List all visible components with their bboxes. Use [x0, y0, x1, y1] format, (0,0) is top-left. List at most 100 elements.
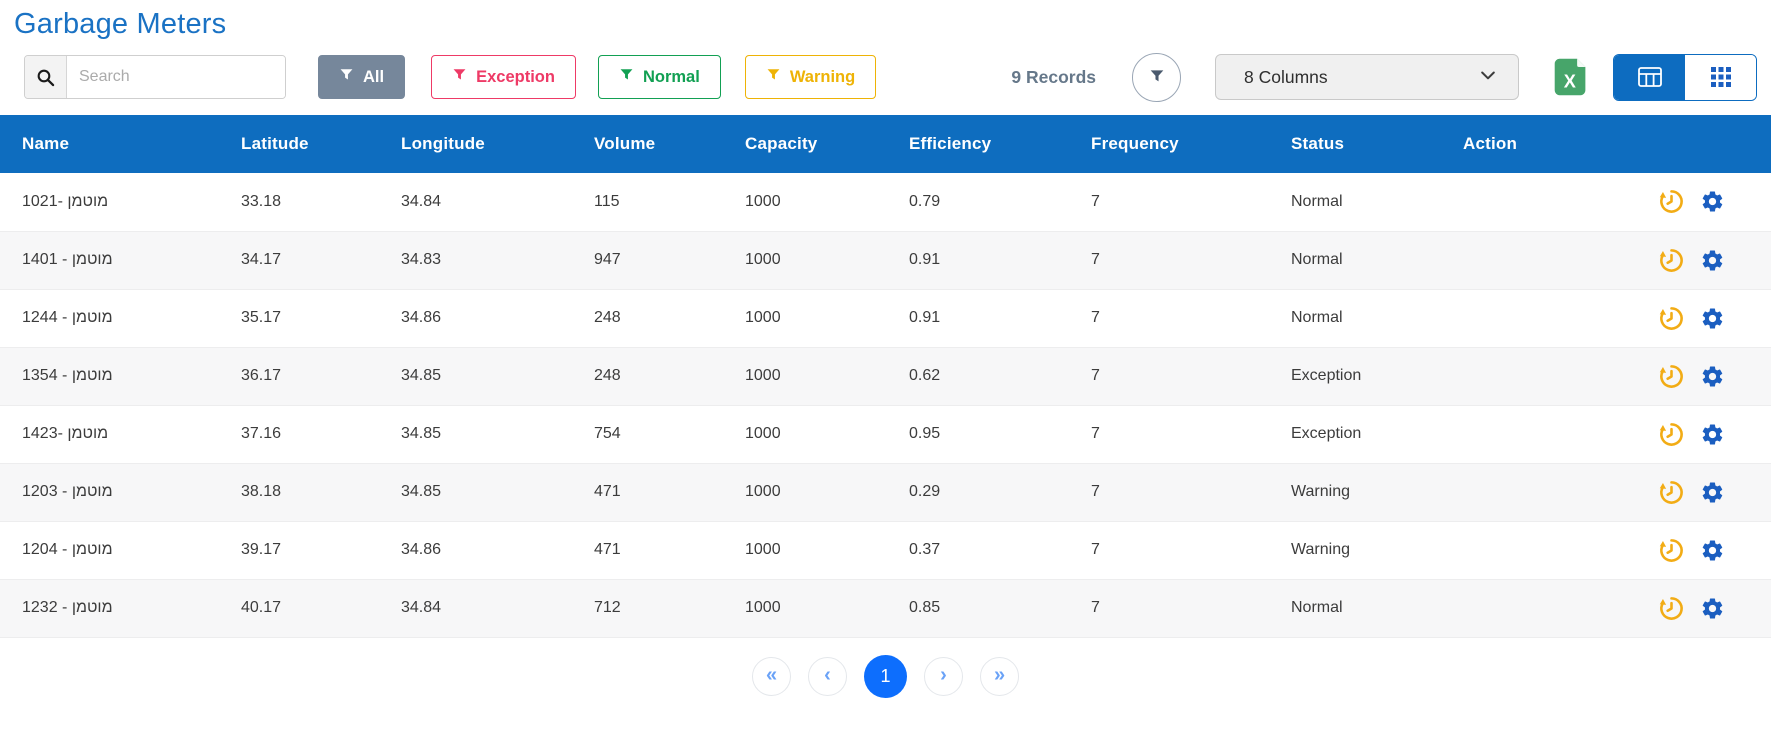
column-header-capacity: Capacity [723, 115, 887, 173]
column-header-latitude: Latitude [219, 115, 379, 173]
gear-icon[interactable] [1700, 480, 1725, 505]
table-header-row: Name Latitude Longitude Volume Capacity … [0, 115, 1771, 173]
cell-volume: 947 [572, 231, 723, 289]
column-header-action: Action [1441, 115, 1771, 173]
filter-exception-label: Exception [476, 68, 555, 87]
funnel-icon [1149, 68, 1165, 87]
cell-longitude: 34.84 [379, 579, 572, 637]
cell-efficiency: 0.85 [887, 579, 1069, 637]
cell-capacity: 1000 [723, 347, 887, 405]
cell-latitude: 35.17 [219, 289, 379, 347]
cell-frequency: 7 [1069, 463, 1269, 521]
gear-icon[interactable] [1700, 596, 1725, 621]
pagination-next-button[interactable]: › [924, 657, 963, 696]
gear-icon[interactable] [1700, 189, 1725, 214]
records-count: 9 Records [1011, 67, 1096, 88]
cell-frequency: 7 [1069, 173, 1269, 231]
history-icon[interactable] [1658, 247, 1685, 274]
cell-volume: 471 [572, 521, 723, 579]
cell-action [1441, 289, 1771, 347]
pagination-prev-button[interactable]: ‹ [808, 657, 847, 696]
search-input[interactable] [67, 56, 285, 98]
column-header-name: Name [0, 115, 219, 173]
history-icon[interactable] [1658, 305, 1685, 332]
history-icon[interactable] [1658, 479, 1685, 506]
gear-icon[interactable] [1700, 248, 1725, 273]
funnel-icon [339, 67, 354, 87]
cell-frequency: 7 [1069, 579, 1269, 637]
pagination-page-1-button[interactable]: 1 [864, 655, 907, 698]
filter-warning-label: Warning [790, 68, 855, 87]
history-icon[interactable] [1658, 188, 1685, 215]
cell-volume: 754 [572, 405, 723, 463]
chevron-down-icon [1478, 65, 1498, 90]
history-icon[interactable] [1658, 421, 1685, 448]
cell-longitude: 34.85 [379, 347, 572, 405]
table-row: 1401 - מוטמן34.1734.8394710000.917Normal [0, 231, 1771, 289]
cell-name: 1244 - מוטמן [0, 289, 219, 347]
table-row: 1021- מוטמן33.1834.8411510000.797Normal [0, 173, 1771, 231]
filter-exception-button[interactable]: Exception [431, 55, 576, 99]
cell-volume: 248 [572, 289, 723, 347]
table-body: 1021- מוטמן33.1834.8411510000.797Normal … [0, 173, 1771, 637]
history-icon[interactable] [1658, 537, 1685, 564]
filter-normal-label: Normal [643, 68, 700, 87]
cell-frequency: 7 [1069, 405, 1269, 463]
table-row: 1232 - מוטמן40.1734.8471210000.857Normal [0, 579, 1771, 637]
cell-status: Normal [1269, 579, 1441, 637]
cell-action [1441, 231, 1771, 289]
table-view-icon[interactable] [1614, 55, 1685, 100]
cell-efficiency: 0.91 [887, 231, 1069, 289]
view-toggle [1613, 54, 1757, 101]
filter-all-label: All [363, 68, 384, 87]
history-icon[interactable] [1658, 595, 1685, 622]
history-icon[interactable] [1658, 363, 1685, 390]
cell-name: 1354 - מוטמן [0, 347, 219, 405]
meters-table: Name Latitude Longitude Volume Capacity … [0, 115, 1771, 638]
cell-volume: 471 [572, 463, 723, 521]
cell-capacity: 1000 [723, 405, 887, 463]
cell-efficiency: 0.29 [887, 463, 1069, 521]
gear-icon[interactable] [1700, 422, 1725, 447]
gear-icon[interactable] [1700, 364, 1725, 389]
cell-capacity: 1000 [723, 463, 887, 521]
cell-volume: 248 [572, 347, 723, 405]
funnel-icon [452, 67, 467, 87]
cell-longitude: 34.86 [379, 521, 572, 579]
gear-icon[interactable] [1700, 538, 1725, 563]
cell-efficiency: 0.62 [887, 347, 1069, 405]
cell-volume: 712 [572, 579, 723, 637]
gear-icon[interactable] [1700, 306, 1725, 331]
pagination-last-button[interactable]: » [980, 657, 1019, 696]
columns-dropdown[interactable]: 8 Columns [1215, 54, 1519, 100]
filter-normal-button[interactable]: Normal [598, 55, 721, 99]
filter-funnel-button[interactable] [1132, 53, 1181, 102]
grid-view-icon[interactable] [1685, 55, 1756, 100]
toolbar: All Exception Normal Warning 9 Records 8… [0, 51, 1771, 103]
cell-longitude: 34.85 [379, 463, 572, 521]
cell-latitude: 33.18 [219, 173, 379, 231]
pagination-first-button[interactable]: « [752, 657, 791, 696]
column-header-longitude: Longitude [379, 115, 572, 173]
table-row: 1423- מוטמן37.1634.8575410000.957Excepti… [0, 405, 1771, 463]
cell-latitude: 34.17 [219, 231, 379, 289]
svg-text:X: X [1564, 72, 1576, 92]
cell-capacity: 1000 [723, 521, 887, 579]
excel-export-icon[interactable]: X [1547, 53, 1595, 101]
table-row: 1354 - מוטמן36.1734.8524810000.627Except… [0, 347, 1771, 405]
cell-latitude: 38.18 [219, 463, 379, 521]
funnel-icon [619, 67, 634, 87]
cell-status: Normal [1269, 173, 1441, 231]
cell-efficiency: 0.91 [887, 289, 1069, 347]
cell-efficiency: 0.37 [887, 521, 1069, 579]
funnel-icon [766, 67, 781, 87]
pagination: « ‹ 1 › » [0, 655, 1771, 698]
table-row: 1203 - מוטמן38.1834.8547110000.297Warnin… [0, 463, 1771, 521]
cell-status: Exception [1269, 405, 1441, 463]
cell-longitude: 34.85 [379, 405, 572, 463]
cell-efficiency: 0.79 [887, 173, 1069, 231]
filter-all-button[interactable]: All [318, 55, 405, 99]
cell-status: Exception [1269, 347, 1441, 405]
cell-action [1441, 521, 1771, 579]
filter-warning-button[interactable]: Warning [745, 55, 876, 99]
